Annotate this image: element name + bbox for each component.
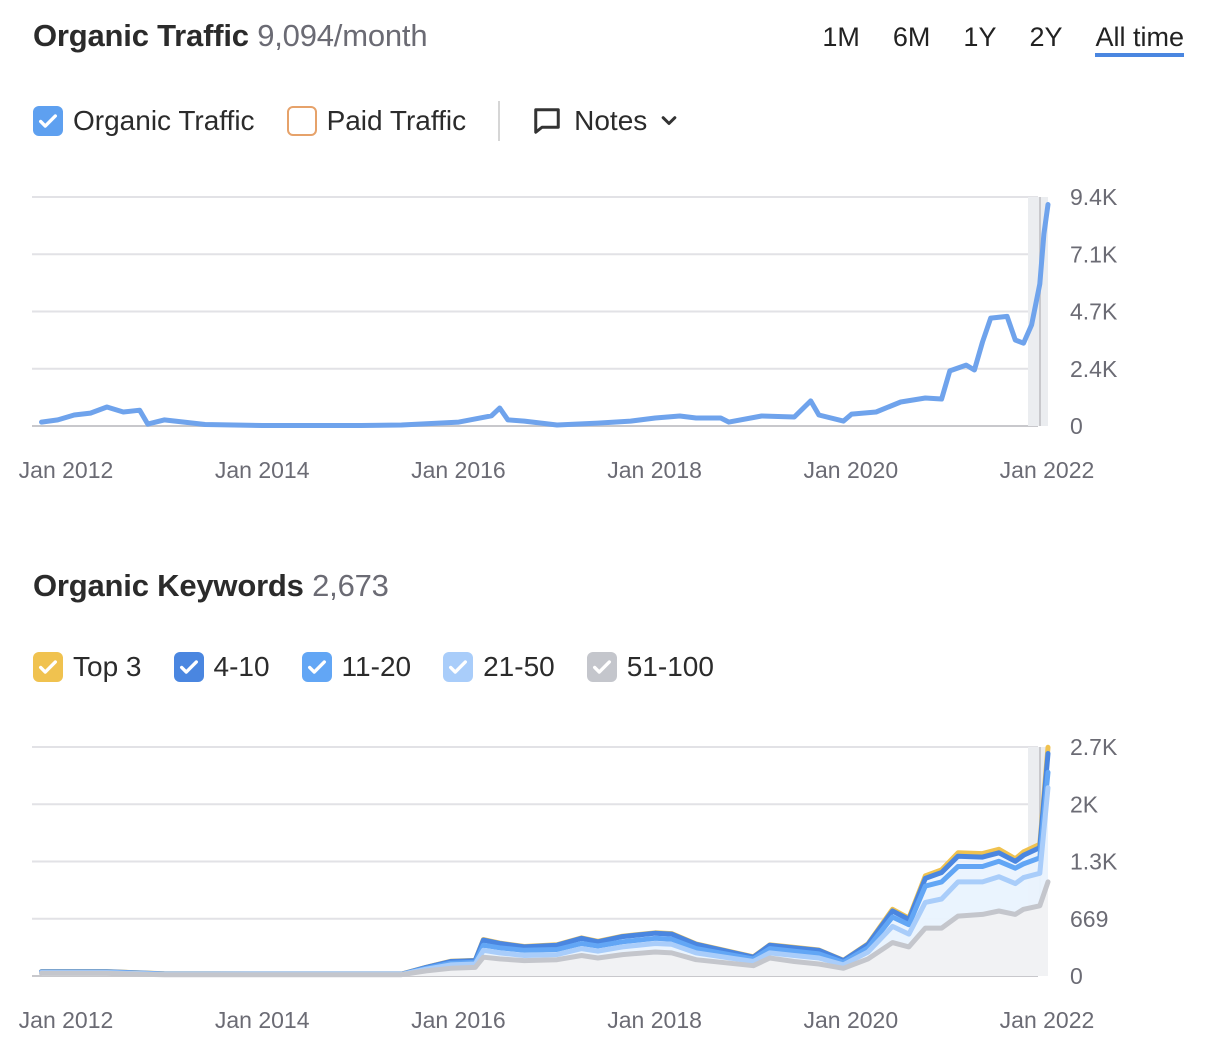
organic-traffic-heading: Organic Traffic (33, 18, 249, 53)
period-1m-tab[interactable]: 1M (822, 22, 860, 57)
x-tick-label: Jan 2022 (1000, 457, 1095, 483)
organic-traffic-toggle[interactable]: Organic Traffic (33, 105, 255, 137)
period-selector: 1M 6M 1Y 2Y All time (789, 22, 1184, 57)
organic-traffic-label: Organic Traffic (73, 105, 255, 136)
y-tick-label: 7.1K (1070, 241, 1118, 267)
organic-keywords-heading: Organic Keywords (33, 568, 304, 603)
pos-11-20-toggle[interactable]: 11-20 (301, 651, 412, 683)
organic-traffic-value: 9,094/month (257, 18, 428, 53)
x-tick-label: Jan 2020 (803, 457, 898, 483)
y-tick-label: 2K (1070, 791, 1099, 817)
comment-icon (534, 108, 560, 134)
checkbox-checked-icon[interactable] (586, 652, 617, 682)
y-tick-label: 0 (1070, 413, 1083, 439)
period-all-time-tab[interactable]: All time (1095, 22, 1184, 57)
y-tick-label: 2.4K (1070, 356, 1118, 382)
pos-4-10-label: 4-10 (213, 651, 270, 682)
x-tick-label: Jan 2016 (411, 457, 506, 483)
y-tick-label: 4.7K (1070, 299, 1118, 325)
organic-keywords-title: Organic Keywords 2,673 (33, 568, 389, 604)
checkbox-checked-icon[interactable] (173, 652, 204, 682)
period-6m-tab[interactable]: 6M (893, 22, 931, 57)
y-tick-label: 1.3K (1070, 849, 1118, 875)
period-2y-tab[interactable]: 2Y (1029, 22, 1062, 57)
chevron-down-icon (661, 116, 677, 125)
keywords-legend: Top 3 4-10 11-20 21-50 51-100 (33, 651, 746, 683)
y-tick-label: 0 (1070, 963, 1083, 989)
x-tick-label: Jan 2012 (19, 1007, 114, 1033)
organic-traffic-chart[interactable]: 0 2.4K 4.7K 7.1K 9.4K Jan 2012 Jan 2014 Jan 201… (0, 170, 1217, 500)
y-tick-label: 2.7K (1070, 734, 1118, 760)
pos-11-20-label: 11-20 (341, 651, 412, 682)
legend-divider (498, 101, 501, 141)
period-1y-tab[interactable]: 1Y (963, 22, 996, 57)
organic-keywords-value: 2,673 (312, 568, 389, 603)
pos-51-100-toggle[interactable]: 51-100 (586, 651, 714, 683)
x-tick-label: Jan 2014 (215, 457, 310, 483)
paid-traffic-toggle[interactable]: Paid Traffic (286, 105, 467, 137)
organic-keywords-chart[interactable]: 0 669 1.3K 2K 2.7K Jan 2012 Jan 2014 Jan 2016 Ja… (0, 720, 1217, 1050)
traffic-series-line (39, 202, 1051, 428)
pos-21-50-toggle[interactable]: 21-50 (443, 651, 555, 683)
pos-4-10-toggle[interactable]: 4-10 (173, 651, 270, 683)
y-tick-label: 669 (1070, 906, 1108, 932)
traffic-legend: Organic Traffic Paid Traffic Notes (33, 101, 679, 141)
y-tick-label: 9.4K (1070, 184, 1118, 210)
x-tick-label: Jan 2016 (411, 1007, 506, 1033)
checkbox-checked-icon[interactable] (443, 652, 474, 682)
checkbox-checked-icon[interactable] (33, 106, 63, 136)
pos-21-50-label: 21-50 (483, 651, 555, 682)
x-tick-label: Jan 2020 (803, 1007, 898, 1033)
x-tick-label: Jan 2012 (19, 457, 114, 483)
x-tick-label: Jan 2018 (607, 457, 702, 483)
checkbox-unchecked-icon[interactable] (286, 106, 317, 136)
x-tick-label: Jan 2014 (215, 1007, 310, 1033)
checkbox-checked-icon[interactable] (301, 652, 332, 682)
paid-traffic-label: Paid Traffic (326, 105, 467, 136)
x-tick-label: Jan 2022 (1000, 1007, 1095, 1033)
pos-51-100-label: 51-100 (626, 651, 714, 682)
notes-label: Notes (574, 105, 648, 136)
notes-dropdown[interactable]: Notes (532, 105, 679, 137)
organic-traffic-title: Organic Traffic 9,094/month (33, 18, 428, 54)
checkbox-checked-icon[interactable] (33, 652, 63, 682)
x-tick-label: Jan 2018 (607, 1007, 702, 1033)
top3-label: Top 3 (73, 651, 142, 682)
top3-toggle[interactable]: Top 3 (33, 651, 142, 683)
